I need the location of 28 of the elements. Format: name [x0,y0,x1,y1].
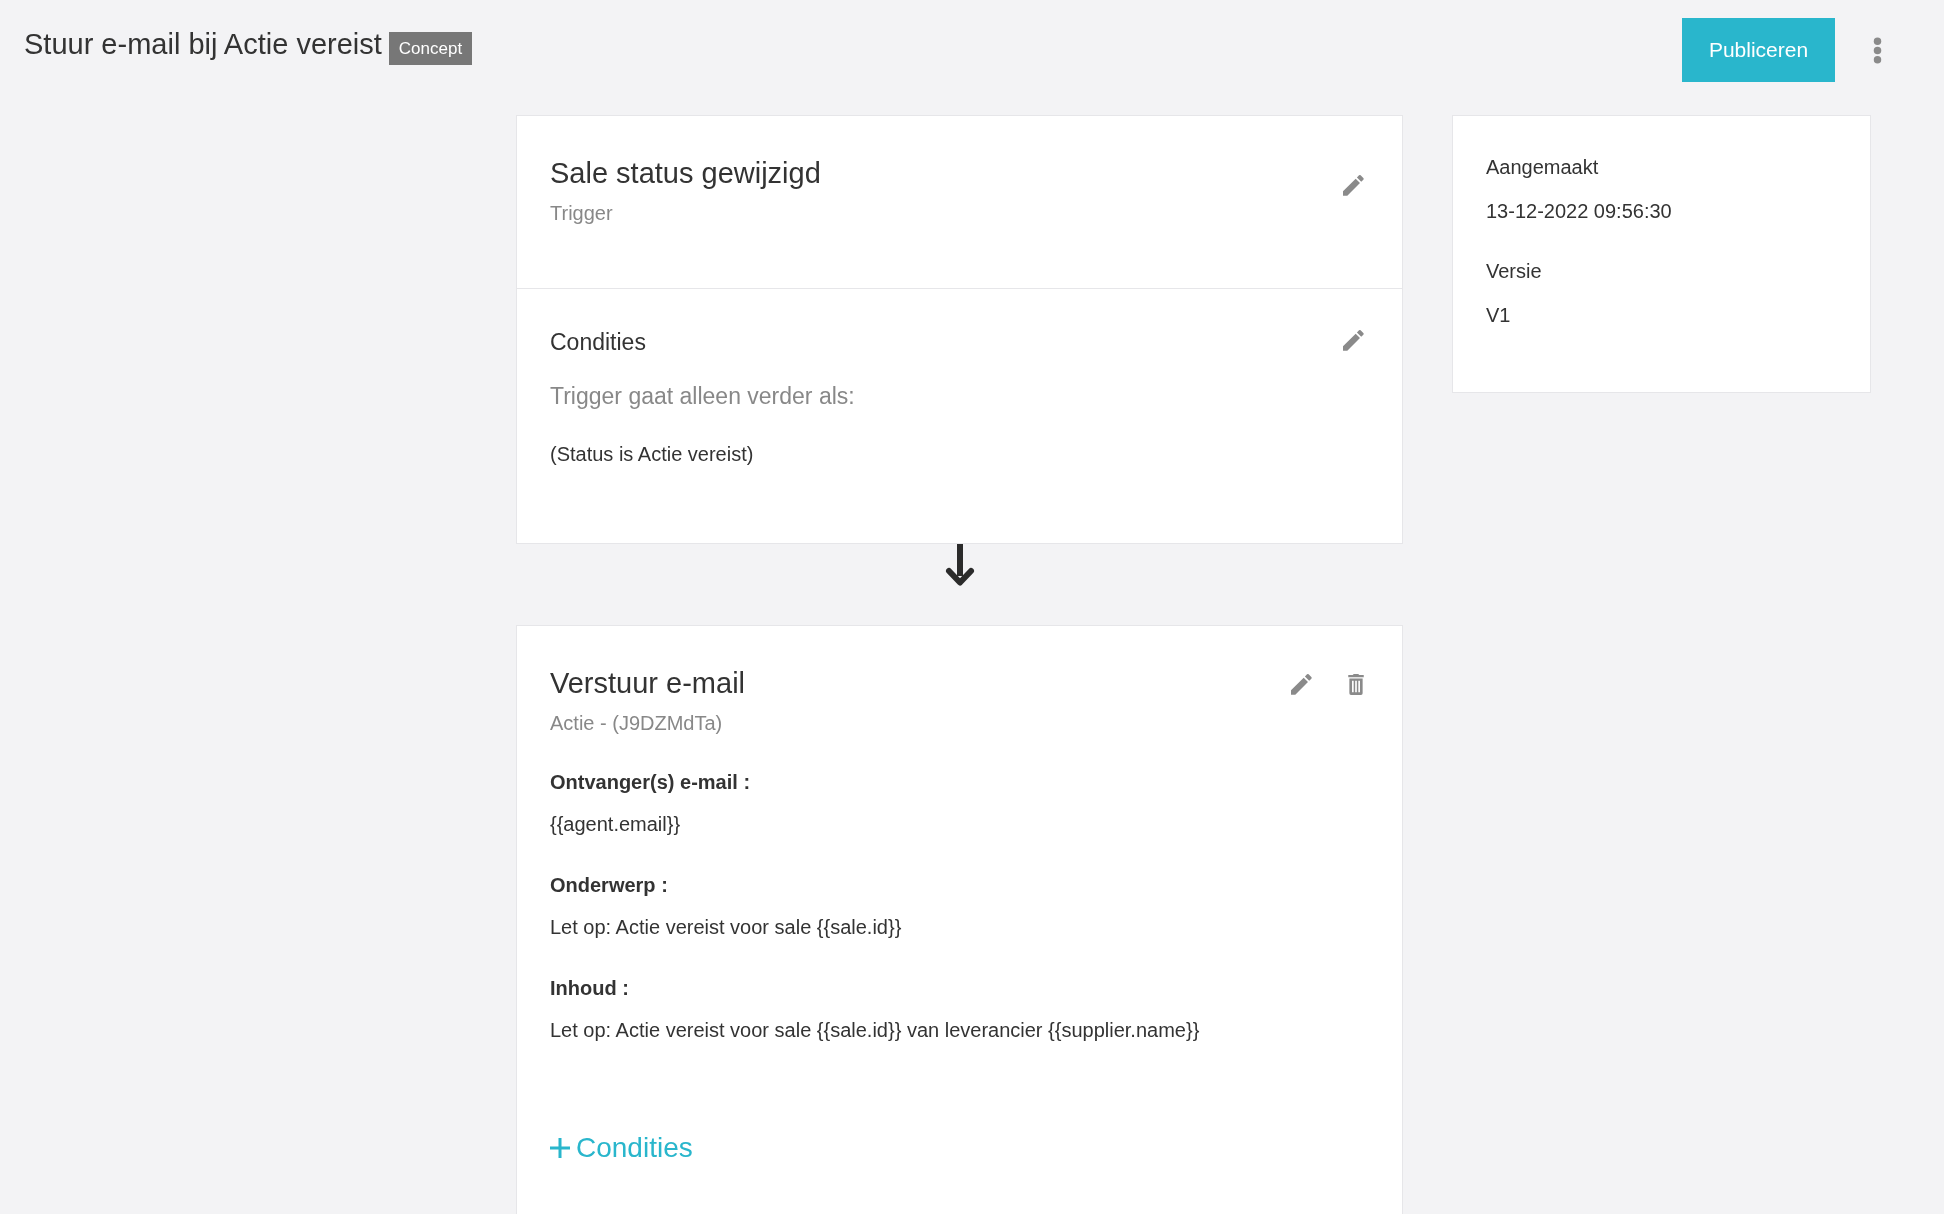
edit-icon[interactable] [1343,330,1364,351]
field-value: {{agent.email}} [550,812,682,837]
condition-rule: (Status is Actie vereist) [550,442,755,467]
conditions-heading: Condities [550,328,647,357]
field-label: Onderwerp : [550,873,669,898]
trigger-subtitle: Trigger [550,201,614,226]
info-label: Versie [1486,259,1543,284]
field-label: Inhoud : [550,976,630,1001]
info-value: 13-12-2022 09:56:30 [1486,199,1673,224]
edit-icon[interactable] [1291,674,1312,695]
publish-button[interactable]: Publiceren [1682,18,1835,82]
down-arrow-icon [944,544,975,588]
delete-icon[interactable] [1348,674,1364,695]
field-value: Let op: Actie vereist voor sale {{sale.id}} [550,915,903,940]
field-label: Ontvanger(s) e-mail : [550,770,752,795]
more-menu-icon[interactable] [1873,36,1882,64]
trigger-title: Sale status gewijzigd [550,156,821,191]
field-value: Let op: Actie vereist voor sale {{sale.id}} van leverancier {{supplier.name}} [550,1018,1201,1043]
edit-icon[interactable] [1343,175,1364,196]
conditions-intro: Trigger gaat alleen verder als: [550,382,855,411]
plus-icon [550,1138,570,1158]
add-conditions-link[interactable]: Condities [550,1131,693,1165]
page-title: Stuur e-mail bij Actie vereist [24,27,382,62]
info-value: V1 [1486,303,1512,328]
action-title: Verstuur e-mail [550,666,745,701]
status-badge: Concept [388,32,473,65]
action-subtitle: Actie - (J9DZMdTa) [550,711,724,736]
info-label: Aangemaakt [1486,155,1600,180]
